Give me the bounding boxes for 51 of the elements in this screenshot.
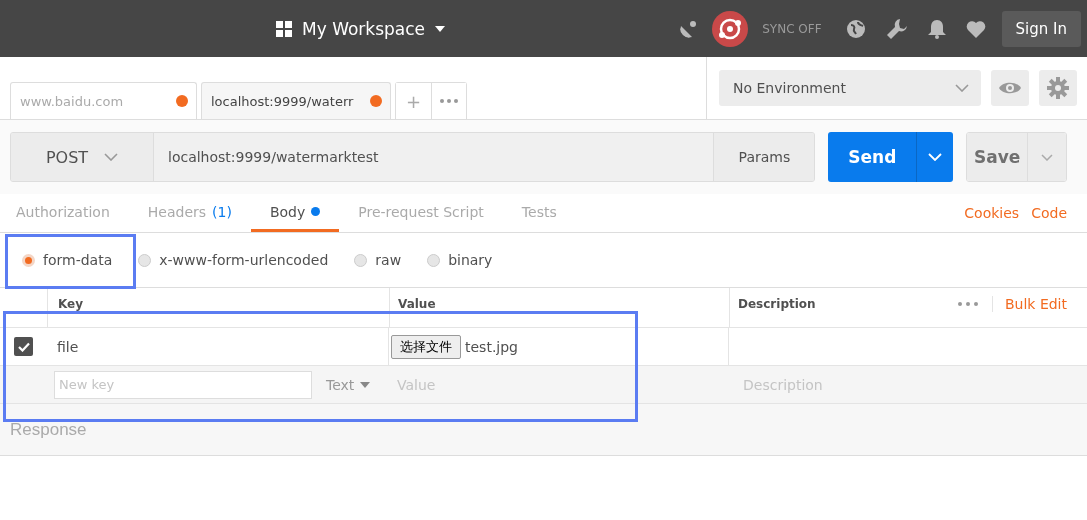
sign-in-button[interactable]: Sign In [1001,10,1081,47]
count-label: (1) [212,203,232,220]
workspace-menu[interactable]: My Workspace [302,18,426,39]
eye-button[interactable] [991,70,1029,106]
chevron-icon [955,84,969,92]
wrench-icon[interactable] [885,17,908,40]
send-options-button[interactable] [916,132,954,182]
radio-button[interactable] [427,253,441,267]
save-button[interactable]: Save [967,133,1028,181]
settings-button[interactable] [1039,70,1077,106]
params-button[interactable]: Params [713,133,815,181]
radio-label[interactable]: form-data [43,252,113,268]
column-header: Value [398,297,436,311]
eye-icon [998,81,1022,95]
column-header: Key [58,297,84,311]
choose-file-button[interactable]: 选择文件 [391,334,461,359]
section-tab[interactable]: Headers (1) [128,194,251,232]
settings-icon [1047,77,1069,99]
sync-status: SYNC OFF [762,21,822,36]
checkbox[interactable] [14,337,33,356]
radio-button[interactable] [138,253,152,267]
radio-button[interactable] [354,253,368,267]
radio-label[interactable]: binary [448,252,493,268]
caret-icon [435,25,446,32]
section-tab[interactable]: Body [250,194,340,232]
caret-icon [360,381,371,388]
key-cell: file [57,338,79,355]
column-header: Description [738,297,816,311]
more-icon [440,99,458,103]
more-button[interactable] [431,83,466,119]
heart-icon[interactable] [965,19,986,38]
more-icon[interactable] [957,302,978,306]
file-name: test.jpg [465,338,518,355]
key-field[interactable]: New key [54,370,312,399]
radio-label[interactable]: raw [375,252,402,268]
radio-button[interactable] [22,253,35,267]
grid-icon [276,20,292,37]
check-icon [17,341,30,352]
send-button[interactable]: Send [828,132,917,182]
globe-icon[interactable] [845,18,866,39]
request-bar[interactable]: POST localhost:9999/watermarktest Params [10,132,816,182]
method-dropdown[interactable]: POST [11,133,154,181]
environment-dropdown[interactable]: No Environment [719,70,981,106]
radio-label[interactable]: x-www-form-urlencoded [159,252,329,268]
request-tab[interactable]: localhost:9999/waterr [201,82,391,119]
response-title: Response [10,419,87,440]
chevron-icon [104,153,119,161]
sync-icon[interactable] [712,10,749,47]
bell-icon[interactable] [927,18,946,39]
chevron-icon [1041,153,1054,161]
chevron-icon [928,153,943,161]
